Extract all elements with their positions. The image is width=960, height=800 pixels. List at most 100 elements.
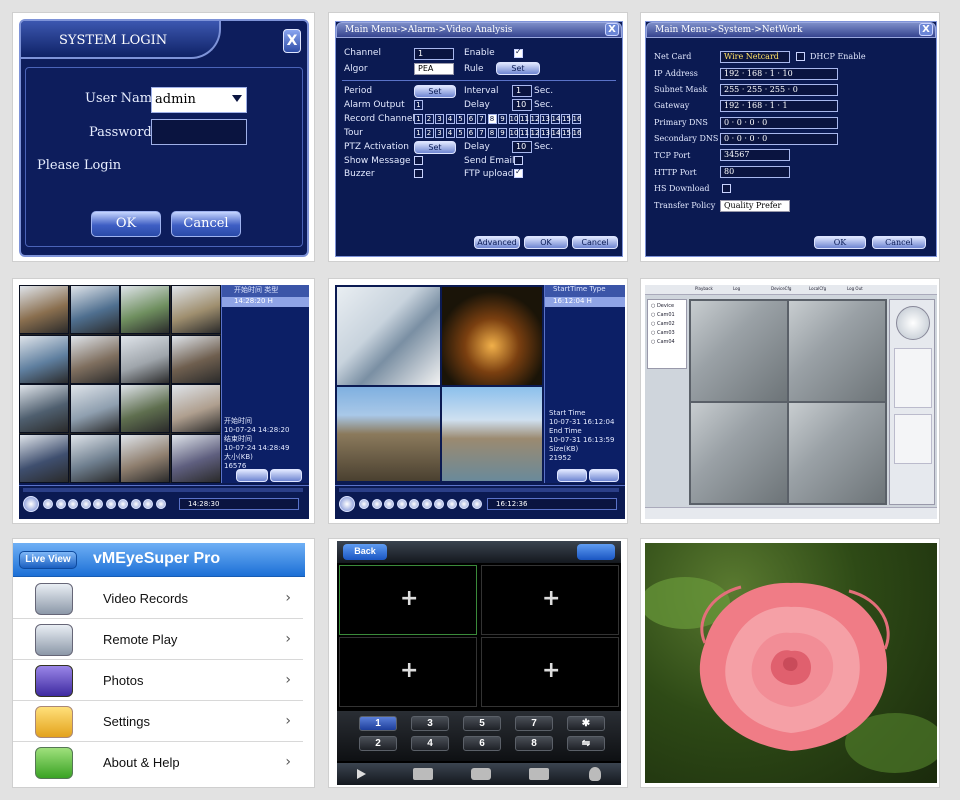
video-slot-2[interactable]: + — [481, 565, 619, 635]
channel-box[interactable]: 6 — [466, 114, 476, 124]
device-item[interactable]: ○ Cam04 — [651, 339, 675, 345]
channel-box[interactable]: 8 — [487, 114, 497, 124]
video-thumbnail[interactable] — [120, 433, 170, 483]
keypad-key[interactable]: 1 — [359, 716, 397, 731]
period-set-button[interactable]: Set — [414, 85, 456, 98]
transfer-policy-select[interactable]: Quality Prefer — [720, 200, 790, 212]
channel-box[interactable]: 4 — [445, 128, 455, 138]
client-tab[interactable]: Playback — [695, 286, 713, 291]
client-tab[interactable]: Log — [733, 286, 740, 291]
progress-bar[interactable] — [339, 488, 619, 492]
playback-control-icon[interactable] — [93, 499, 103, 509]
channel-box[interactable]: 10 — [508, 114, 518, 124]
channel-box[interactable]: 11 — [519, 128, 529, 138]
playback-control-icon[interactable] — [471, 499, 482, 509]
advanced-button[interactable]: Advanced — [474, 236, 520, 249]
password-input[interactable] — [151, 119, 247, 145]
show-message-checkbox[interactable] — [414, 156, 423, 165]
send-email-checkbox[interactable] — [514, 156, 523, 165]
playback-control-icon[interactable] — [68, 499, 78, 509]
menu-item-photos[interactable]: Photos › — [13, 661, 303, 701]
keypad-key[interactable]: 8 — [515, 736, 553, 751]
ptz-set-button[interactable]: Set — [414, 141, 456, 154]
file-list-entry[interactable]: 16:12:04 H — [545, 297, 625, 307]
http-port-input[interactable]: 80 — [720, 166, 790, 178]
channel-box[interactable]: 5 — [456, 114, 465, 124]
camera-view-4[interactable] — [789, 403, 885, 503]
channel-box[interactable]: 12 — [529, 114, 539, 124]
keypad-key[interactable]: ✱ — [567, 716, 605, 731]
video-thumbnail[interactable] — [69, 433, 120, 483]
channel-box[interactable]: 2 — [424, 114, 434, 124]
video-tile-night-street[interactable] — [442, 287, 542, 385]
channel-box[interactable]: 13 — [540, 114, 550, 124]
play-icon[interactable] — [23, 496, 39, 512]
ftp-upload-checkbox[interactable] — [514, 167, 523, 178]
video-slot-4[interactable]: + — [481, 637, 619, 707]
keypad-key[interactable]: 7 — [515, 716, 553, 731]
ok-button[interactable]: OK — [814, 236, 866, 249]
ip-input[interactable]: 192 · 168 · 1 · 10 — [720, 68, 838, 80]
gateway-input[interactable]: 192 · 168 · 1 · 1 — [720, 100, 838, 112]
channel-box[interactable]: 11 — [519, 114, 529, 124]
video-camera-icon[interactable] — [529, 768, 549, 780]
device-item[interactable]: ○ Cam01 — [651, 312, 675, 318]
playback-control-icon[interactable] — [371, 499, 382, 509]
camera-icon[interactable] — [471, 768, 491, 780]
ok-button[interactable]: OK — [91, 211, 161, 237]
channel-select[interactable]: 1 — [414, 48, 454, 60]
play-icon[interactable] — [357, 769, 366, 779]
channel-box[interactable]: 16 — [571, 114, 581, 124]
channel-box[interactable]: 15 — [561, 114, 571, 124]
channel-box[interactable]: 3 — [435, 114, 444, 124]
delay2-input[interactable]: 10 — [512, 141, 532, 153]
channel-box[interactable]: 7 — [477, 114, 486, 124]
keypad-key[interactable]: ⇋ — [567, 736, 605, 751]
buzzer-checkbox[interactable] — [414, 169, 423, 178]
playback-control-icon[interactable] — [80, 499, 91, 509]
video-thumbnail[interactable] — [120, 334, 170, 384]
ptz-controls[interactable] — [894, 348, 932, 408]
playback-control-icon[interactable] — [359, 499, 369, 509]
net-card-select[interactable]: Wire Netcard — [720, 51, 790, 63]
delay-input[interactable]: 10 — [512, 99, 532, 111]
close-icon[interactable]: X — [919, 23, 933, 36]
channel-box[interactable]: 3 — [435, 128, 444, 138]
rule-set-button[interactable]: Set — [496, 62, 540, 75]
channel-box[interactable]: 10 — [508, 128, 518, 138]
playback-control-icon[interactable] — [384, 499, 394, 509]
live-view-button[interactable]: Live View — [19, 551, 77, 569]
interval-input[interactable]: 1 — [512, 85, 532, 97]
user-name-dropdown[interactable]: admin — [151, 87, 247, 113]
video-slot-1[interactable]: + — [339, 565, 477, 635]
channel-box[interactable]: 9 — [498, 114, 507, 124]
video-thumbnail[interactable] — [19, 384, 69, 433]
playback-control-icon[interactable] — [43, 499, 53, 509]
algor-select[interactable]: PEA — [414, 63, 454, 75]
channel-box[interactable]: 14 — [550, 128, 560, 138]
client-tab[interactable]: LocalCfg — [809, 286, 826, 291]
video-thumbnail[interactable] — [170, 334, 221, 384]
device-item[interactable]: ○ Cam03 — [651, 330, 675, 336]
channel-box[interactable]: 2 — [424, 128, 434, 138]
primary-dns-input[interactable]: 0 · 0 · 0 · 0 — [720, 117, 838, 129]
playback-control-icon[interactable] — [459, 499, 469, 509]
subnet-input[interactable]: 255 · 255 · 255 · 0 — [720, 84, 838, 96]
camera-view-2[interactable] — [789, 301, 885, 401]
video-thumbnail[interactable] — [69, 334, 120, 384]
channel-box[interactable]: 13 — [540, 128, 550, 138]
alarm-output-box[interactable]: 1 — [414, 100, 423, 110]
keypad-key[interactable]: 4 — [411, 736, 449, 751]
menu-item-about-help[interactable]: About & Help › — [13, 743, 303, 783]
playback-control-icon[interactable] — [446, 499, 457, 509]
menu-item-remote-play[interactable]: Remote Play › — [13, 620, 303, 660]
video-thumbnail[interactable] — [170, 433, 221, 483]
play-icon[interactable] — [339, 496, 355, 512]
playback-control-icon[interactable] — [421, 499, 432, 509]
playback-control-icon[interactable] — [118, 499, 128, 509]
device-item[interactable]: ○ Cam02 — [651, 321, 675, 327]
video-thumbnail[interactable] — [19, 285, 69, 334]
video-thumbnail[interactable] — [69, 384, 120, 433]
channel-box[interactable]: 9 — [498, 128, 507, 138]
cancel-button[interactable]: Cancel — [872, 236, 926, 249]
